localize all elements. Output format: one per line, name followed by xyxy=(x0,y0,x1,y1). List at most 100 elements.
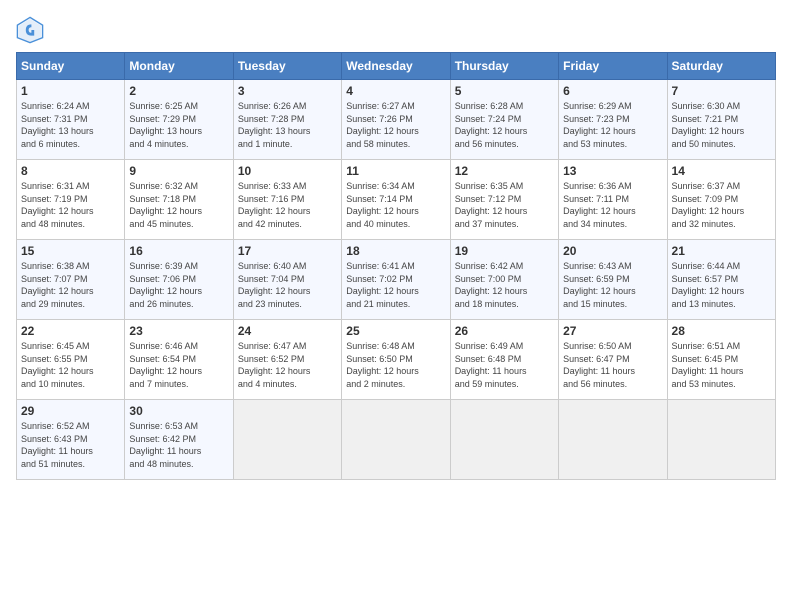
day-number: 15 xyxy=(21,244,120,258)
calendar-cell: 3 Sunrise: 6:26 AM Sunset: 7:28 PM Daylig… xyxy=(233,80,341,160)
calendar-cell xyxy=(233,400,341,480)
calendar-cell: 21 Sunrise: 6:44 AM Sunset: 6:57 PM Dayli… xyxy=(667,240,775,320)
day-number: 2 xyxy=(129,84,228,98)
day-number: 22 xyxy=(21,324,120,338)
day-number: 19 xyxy=(455,244,554,258)
cell-content: Sunrise: 6:38 AM Sunset: 7:07 PM Dayligh… xyxy=(21,260,120,310)
day-number: 28 xyxy=(672,324,771,338)
header xyxy=(16,16,776,44)
calendar-cell: 9 Sunrise: 6:32 AM Sunset: 7:18 PM Daylig… xyxy=(125,160,233,240)
calendar-cell: 12 Sunrise: 6:35 AM Sunset: 7:12 PM Dayli… xyxy=(450,160,558,240)
calendar-cell xyxy=(342,400,450,480)
calendar-cell: 2 Sunrise: 6:25 AM Sunset: 7:29 PM Daylig… xyxy=(125,80,233,160)
logo-icon xyxy=(16,16,44,44)
cell-content: Sunrise: 6:27 AM Sunset: 7:26 PM Dayligh… xyxy=(346,100,445,150)
day-number: 12 xyxy=(455,164,554,178)
day-number: 3 xyxy=(238,84,337,98)
weekday-header-friday: Friday xyxy=(559,53,667,80)
day-number: 4 xyxy=(346,84,445,98)
cell-content: Sunrise: 6:41 AM Sunset: 7:02 PM Dayligh… xyxy=(346,260,445,310)
cell-content: Sunrise: 6:34 AM Sunset: 7:14 PM Dayligh… xyxy=(346,180,445,230)
cell-content: Sunrise: 6:35 AM Sunset: 7:12 PM Dayligh… xyxy=(455,180,554,230)
cell-content: Sunrise: 6:51 AM Sunset: 6:45 PM Dayligh… xyxy=(672,340,771,390)
cell-content: Sunrise: 6:47 AM Sunset: 6:52 PM Dayligh… xyxy=(238,340,337,390)
cell-content: Sunrise: 6:30 AM Sunset: 7:21 PM Dayligh… xyxy=(672,100,771,150)
calendar-cell: 26Sunrise: 6:49 AM Sunset: 6:48 PM Dayli… xyxy=(450,320,558,400)
calendar-cell xyxy=(450,400,558,480)
week-row-5: 29 Sunrise: 6:52 AM Sunset: 6:43 PM Dayli… xyxy=(17,400,776,480)
weekday-header-sunday: Sunday xyxy=(17,53,125,80)
calendar-cell: 11 Sunrise: 6:34 AM Sunset: 7:14 PM Dayli… xyxy=(342,160,450,240)
cell-content: Sunrise: 6:49 AM Sunset: 6:48 PM Dayligh… xyxy=(455,340,554,390)
calendar-cell: 23 Sunrise: 6:46 AM Sunset: 6:54 PM Dayli… xyxy=(125,320,233,400)
week-row-4: 22 Sunrise: 6:45 AM Sunset: 6:55 PM Dayli… xyxy=(17,320,776,400)
calendar-cell: 29 Sunrise: 6:52 AM Sunset: 6:43 PM Dayli… xyxy=(17,400,125,480)
calendar-cell: 30Sunrise: 6:53 AM Sunset: 6:42 PM Dayli… xyxy=(125,400,233,480)
calendar-cell: 10Sunrise: 6:33 AM Sunset: 7:16 PM Dayli… xyxy=(233,160,341,240)
week-row-2: 8Sunrise: 6:31 AM Sunset: 7:19 PM Daylig… xyxy=(17,160,776,240)
calendar-cell: 20 Sunrise: 6:43 AM Sunset: 6:59 PM Dayli… xyxy=(559,240,667,320)
weekday-header-tuesday: Tuesday xyxy=(233,53,341,80)
day-number: 17 xyxy=(238,244,337,258)
day-number: 7 xyxy=(672,84,771,98)
day-number: 16 xyxy=(129,244,228,258)
day-number: 10 xyxy=(238,164,337,178)
weekday-header-saturday: Saturday xyxy=(667,53,775,80)
calendar-cell: 8Sunrise: 6:31 AM Sunset: 7:19 PM Daylig… xyxy=(17,160,125,240)
day-number: 20 xyxy=(563,244,662,258)
calendar-cell: 15 Sunrise: 6:38 AM Sunset: 7:07 PM Dayli… xyxy=(17,240,125,320)
cell-content: Sunrise: 6:26 AM Sunset: 7:28 PM Dayligh… xyxy=(238,100,337,150)
calendar-cell: 18 Sunrise: 6:41 AM Sunset: 7:02 PM Dayli… xyxy=(342,240,450,320)
calendar-cell: 1 Sunrise: 6:24 AM Sunset: 7:31 PM Daylig… xyxy=(17,80,125,160)
cell-content: Sunrise: 6:46 AM Sunset: 6:54 PM Dayligh… xyxy=(129,340,228,390)
day-number: 29 xyxy=(21,404,120,418)
day-number: 25 xyxy=(346,324,445,338)
calendar-cell: 19 Sunrise: 6:42 AM Sunset: 7:00 PM Dayli… xyxy=(450,240,558,320)
calendar-body: 1 Sunrise: 6:24 AM Sunset: 7:31 PM Daylig… xyxy=(17,80,776,480)
calendar-table: SundayMondayTuesdayWednesdayThursdayFrid… xyxy=(16,52,776,480)
calendar-cell: 27Sunrise: 6:50 AM Sunset: 6:47 PM Dayli… xyxy=(559,320,667,400)
cell-content: Sunrise: 6:45 AM Sunset: 6:55 PM Dayligh… xyxy=(21,340,120,390)
calendar-cell: 7 Sunrise: 6:30 AM Sunset: 7:21 PM Daylig… xyxy=(667,80,775,160)
calendar-header: SundayMondayTuesdayWednesdayThursdayFrid… xyxy=(17,53,776,80)
calendar-cell: 4 Sunrise: 6:27 AM Sunset: 7:26 PM Daylig… xyxy=(342,80,450,160)
logo xyxy=(16,16,48,44)
calendar-cell: 17Sunrise: 6:40 AM Sunset: 7:04 PM Dayli… xyxy=(233,240,341,320)
day-number: 27 xyxy=(563,324,662,338)
cell-content: Sunrise: 6:53 AM Sunset: 6:42 PM Dayligh… xyxy=(129,420,228,470)
cell-content: Sunrise: 6:42 AM Sunset: 7:00 PM Dayligh… xyxy=(455,260,554,310)
cell-content: Sunrise: 6:29 AM Sunset: 7:23 PM Dayligh… xyxy=(563,100,662,150)
cell-content: Sunrise: 6:28 AM Sunset: 7:24 PM Dayligh… xyxy=(455,100,554,150)
cell-content: Sunrise: 6:43 AM Sunset: 6:59 PM Dayligh… xyxy=(563,260,662,310)
calendar-cell: 28 Sunrise: 6:51 AM Sunset: 6:45 PM Dayli… xyxy=(667,320,775,400)
calendar-cell: 6 Sunrise: 6:29 AM Sunset: 7:23 PM Daylig… xyxy=(559,80,667,160)
weekday-header-thursday: Thursday xyxy=(450,53,558,80)
cell-content: Sunrise: 6:44 AM Sunset: 6:57 PM Dayligh… xyxy=(672,260,771,310)
calendar-cell xyxy=(559,400,667,480)
day-number: 24 xyxy=(238,324,337,338)
day-number: 5 xyxy=(455,84,554,98)
day-number: 21 xyxy=(672,244,771,258)
cell-content: Sunrise: 6:24 AM Sunset: 7:31 PM Dayligh… xyxy=(21,100,120,150)
header-row: SundayMondayTuesdayWednesdayThursdayFrid… xyxy=(17,53,776,80)
day-number: 6 xyxy=(563,84,662,98)
calendar-cell xyxy=(667,400,775,480)
cell-content: Sunrise: 6:32 AM Sunset: 7:18 PM Dayligh… xyxy=(129,180,228,230)
weekday-header-monday: Monday xyxy=(125,53,233,80)
calendar-cell: 13Sunrise: 6:36 AM Sunset: 7:11 PM Dayli… xyxy=(559,160,667,240)
weekday-header-wednesday: Wednesday xyxy=(342,53,450,80)
day-number: 1 xyxy=(21,84,120,98)
week-row-3: 15 Sunrise: 6:38 AM Sunset: 7:07 PM Dayli… xyxy=(17,240,776,320)
cell-content: Sunrise: 6:25 AM Sunset: 7:29 PM Dayligh… xyxy=(129,100,228,150)
cell-content: Sunrise: 6:52 AM Sunset: 6:43 PM Dayligh… xyxy=(21,420,120,470)
day-number: 9 xyxy=(129,164,228,178)
cell-content: Sunrise: 6:48 AM Sunset: 6:50 PM Dayligh… xyxy=(346,340,445,390)
day-number: 11 xyxy=(346,164,445,178)
calendar-cell: 25 Sunrise: 6:48 AM Sunset: 6:50 PM Dayli… xyxy=(342,320,450,400)
day-number: 18 xyxy=(346,244,445,258)
cell-content: Sunrise: 6:36 AM Sunset: 7:11 PM Dayligh… xyxy=(563,180,662,230)
calendar-cell: 22 Sunrise: 6:45 AM Sunset: 6:55 PM Dayli… xyxy=(17,320,125,400)
cell-content: Sunrise: 6:39 AM Sunset: 7:06 PM Dayligh… xyxy=(129,260,228,310)
calendar-cell: 24 Sunrise: 6:47 AM Sunset: 6:52 PM Dayli… xyxy=(233,320,341,400)
day-number: 23 xyxy=(129,324,228,338)
